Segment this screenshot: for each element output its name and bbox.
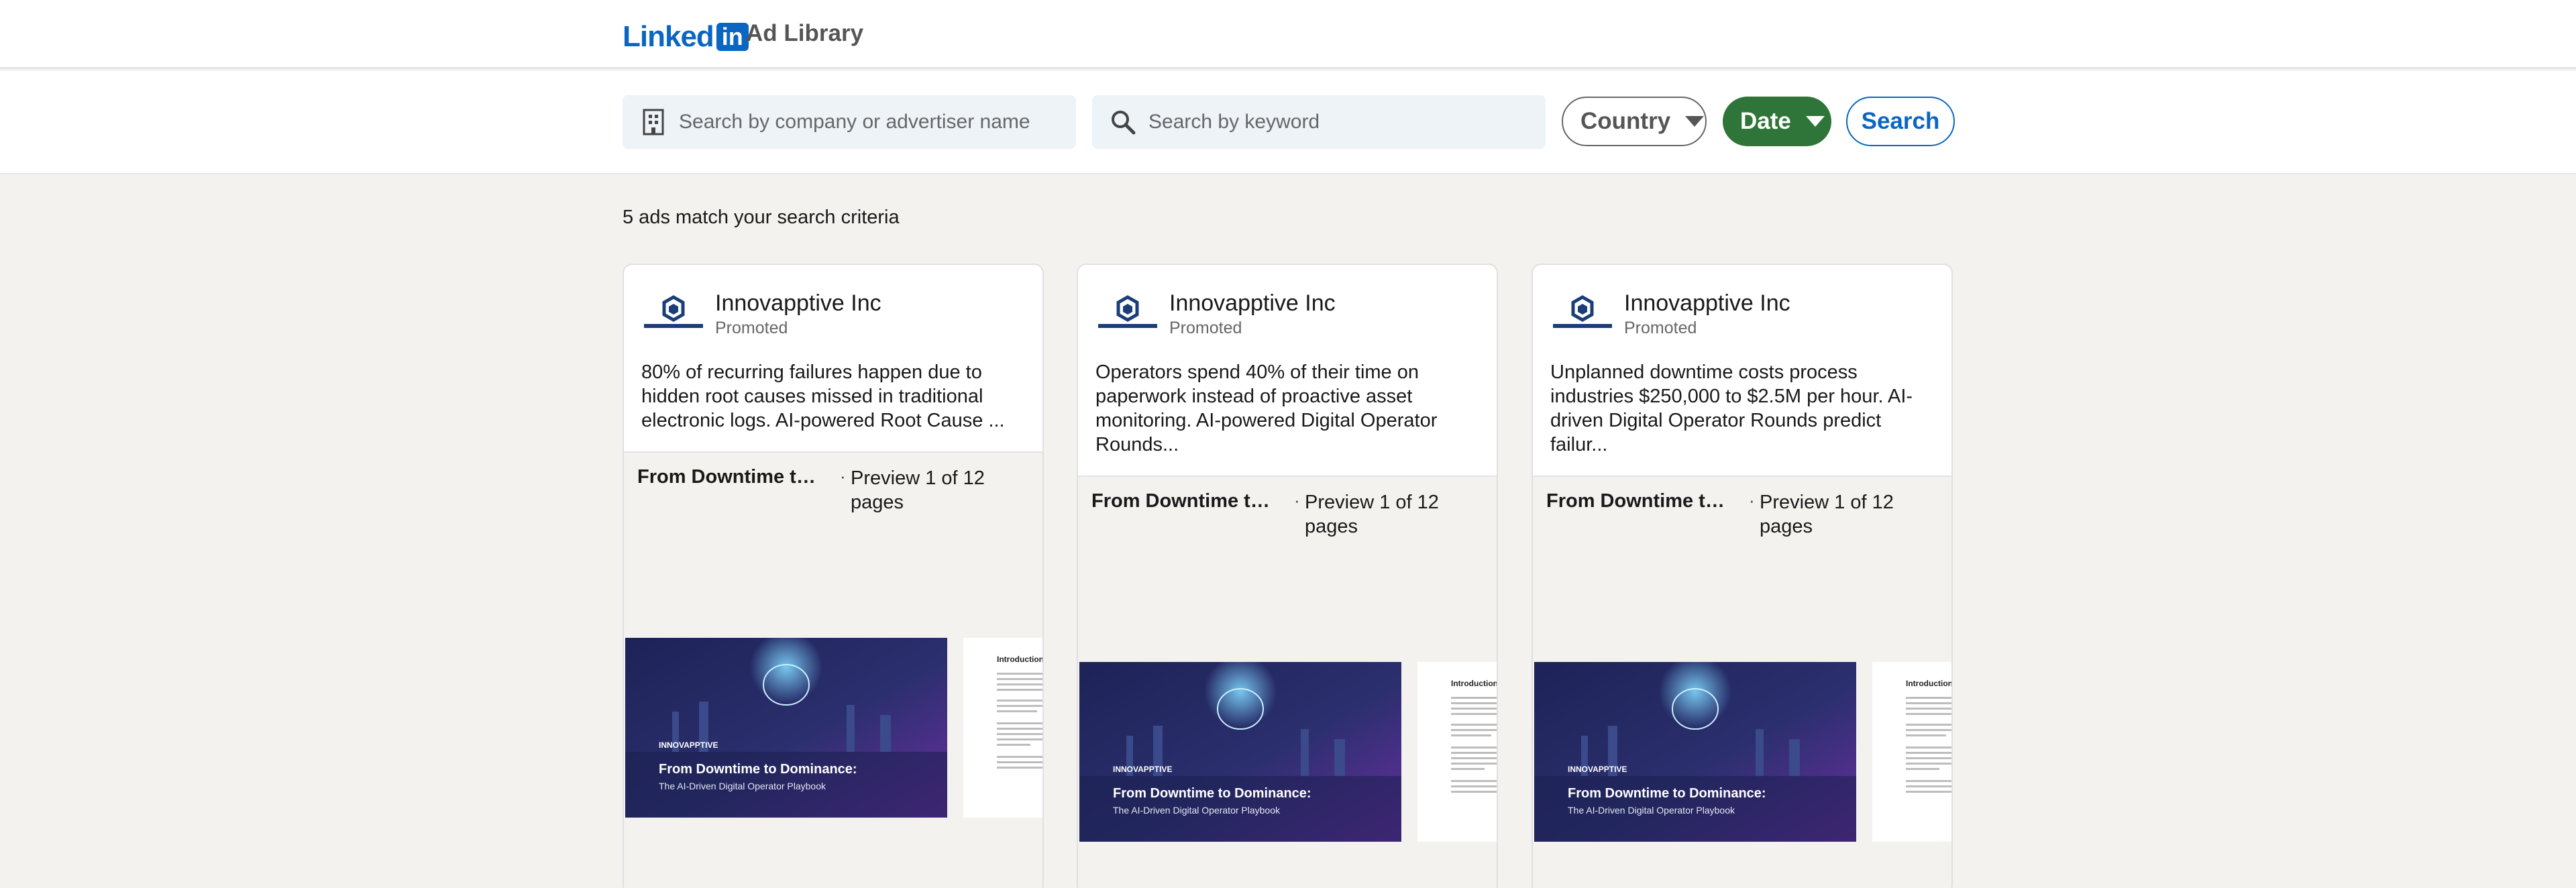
promoted-label: Promoted bbox=[1169, 319, 1242, 337]
document-title: From Downtime to ... bbox=[1091, 490, 1279, 512]
company-search-field[interactable] bbox=[623, 95, 1076, 149]
page2-heading: Introduction bbox=[1451, 679, 1498, 688]
document-title: From Downtime to ... bbox=[1546, 490, 1734, 512]
chevron-down-icon bbox=[1685, 116, 1705, 127]
advertiser-name[interactable]: Innovapptive Inc bbox=[1624, 290, 1790, 317]
country-dropdown[interactable]: Country bbox=[1562, 97, 1707, 146]
search-button[interactable]: Search bbox=[1846, 97, 1955, 146]
cover-title: From Downtime to Dominance: bbox=[1113, 786, 1311, 801]
top-bar: Linked in Ad Library bbox=[0, 0, 2576, 69]
document-preview[interactable]: From Downtime to ... · Preview 1 of 12 p… bbox=[1533, 476, 1951, 888]
chevron-down-icon bbox=[1805, 116, 1825, 127]
ad-text: 80% of recurring failures happen due to … bbox=[641, 362, 1005, 431]
document-cover-page[interactable]: INNOVAPPTIVE From Downtime to Dominance:… bbox=[1079, 662, 1401, 842]
document-preview[interactable]: From Downtime to ... · Preview 1 of 12 p… bbox=[624, 451, 1042, 888]
country-label: Country bbox=[1580, 108, 1671, 134]
cover-subtitle: The AI-Driven Digital Operator Playbook bbox=[659, 781, 826, 791]
ad-library-title[interactable]: Ad Library bbox=[746, 20, 863, 47]
cover-brand: INNOVAPPTIVE bbox=[1113, 765, 1172, 774]
document-title: From Downtime to ... bbox=[637, 466, 825, 488]
search-icon bbox=[1110, 109, 1136, 135]
ad-text: Unplanned downtime costs process industr… bbox=[1550, 362, 1913, 455]
advertiser-name[interactable]: Innovapptive Inc bbox=[1169, 290, 1336, 317]
document-second-page[interactable]: Introduction bbox=[963, 638, 1044, 818]
company-search-input[interactable] bbox=[679, 111, 1055, 133]
date-dropdown[interactable]: Date bbox=[1723, 97, 1831, 146]
advertiser-logo[interactable] bbox=[1550, 294, 1615, 331]
linkedin-logo[interactable]: Linked in bbox=[623, 20, 749, 54]
document-second-page[interactable]: Introduction bbox=[1417, 662, 1498, 842]
separator-dot: · bbox=[840, 466, 846, 486]
ad-text: Operators spend 40% of their time on pap… bbox=[1095, 362, 1438, 455]
page2-heading: Introduction bbox=[997, 655, 1044, 664]
document-preview[interactable]: From Downtime to ... · Preview 1 of 12 p… bbox=[1078, 476, 1497, 888]
promoted-label: Promoted bbox=[715, 319, 788, 337]
document-cover-page[interactable]: INNOVAPPTIVE From Downtime to Dominance:… bbox=[1534, 662, 1856, 842]
ad-card[interactable]: Innovapptive Inc Promoted Operators spen… bbox=[1077, 264, 1498, 888]
advertiser-logo[interactable] bbox=[641, 294, 706, 331]
document-cover-page[interactable]: INNOVAPPTIVE From Downtime to Dominance:… bbox=[625, 638, 947, 818]
advertiser-logo[interactable] bbox=[1095, 294, 1160, 331]
search-bar: Country Date Search bbox=[0, 71, 2576, 174]
cover-brand: INNOVAPPTIVE bbox=[1568, 765, 1627, 774]
document-second-page[interactable]: Introduction bbox=[1872, 662, 1953, 842]
preview-pages: Preview 1 of 12 pages bbox=[1305, 492, 1439, 537]
promoted-label: Promoted bbox=[1624, 319, 1697, 337]
ad-card[interactable]: Innovapptive Inc Promoted 80% of recurri… bbox=[623, 264, 1044, 888]
separator-dot: · bbox=[1749, 490, 1755, 510]
page2-heading: Introduction bbox=[1906, 679, 1953, 688]
date-label: Date bbox=[1740, 108, 1791, 134]
building-icon bbox=[640, 109, 667, 135]
preview-pages: Preview 1 of 12 pages bbox=[1760, 492, 1894, 537]
advertiser-name[interactable]: Innovapptive Inc bbox=[715, 290, 881, 317]
cover-brand: INNOVAPPTIVE bbox=[659, 740, 718, 750]
keyword-search-input[interactable] bbox=[1148, 111, 1524, 133]
cover-subtitle: The AI-Driven Digital Operator Playbook bbox=[1113, 805, 1281, 816]
preview-pages: Preview 1 of 12 pages bbox=[851, 467, 985, 513]
cover-title: From Downtime to Dominance: bbox=[1568, 786, 1766, 801]
results-count: 5 ads match your search criteria bbox=[623, 207, 900, 228]
cover-subtitle: The AI-Driven Digital Operator Playbook bbox=[1568, 805, 1735, 816]
ad-card[interactable]: Innovapptive Inc Promoted Unplanned down… bbox=[1532, 264, 1953, 888]
keyword-search-field[interactable] bbox=[1092, 95, 1546, 149]
logo-box: in bbox=[716, 23, 749, 51]
separator-dot: · bbox=[1294, 490, 1300, 510]
cover-title: From Downtime to Dominance: bbox=[659, 762, 857, 777]
logo-text: Linked bbox=[623, 20, 714, 53]
